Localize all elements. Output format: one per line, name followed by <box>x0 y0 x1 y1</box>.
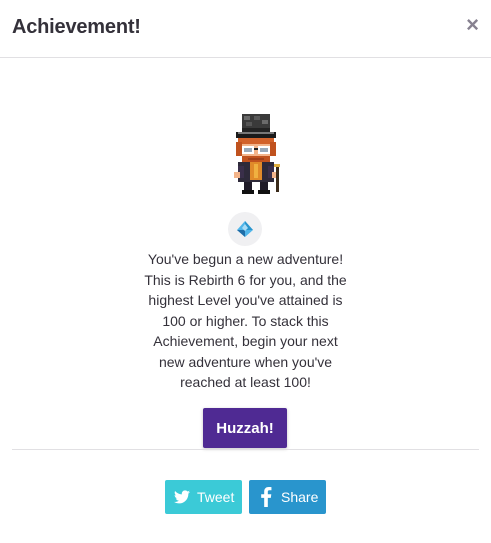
avatar <box>234 114 280 194</box>
rebirth-icon <box>228 212 262 246</box>
tweet-label: Tweet <box>197 489 235 505</box>
huzzah-button[interactable]: Huzzah! <box>203 408 287 448</box>
close-button[interactable]: × <box>466 14 479 36</box>
divider <box>12 449 479 450</box>
achievement-modal: Achievement! × You've begun a new advent… <box>0 0 491 543</box>
share-button[interactable]: Share <box>249 480 326 514</box>
share-label: Share <box>281 489 319 505</box>
tweet-button[interactable]: Tweet <box>165 480 242 514</box>
achievement-description: You've begun a new adventure! This is Re… <box>144 251 347 390</box>
modal-header: Achievement! × <box>0 0 491 58</box>
twitter-icon <box>173 488 191 506</box>
facebook-icon <box>257 487 275 507</box>
modal-title: Achievement! <box>12 16 141 38</box>
